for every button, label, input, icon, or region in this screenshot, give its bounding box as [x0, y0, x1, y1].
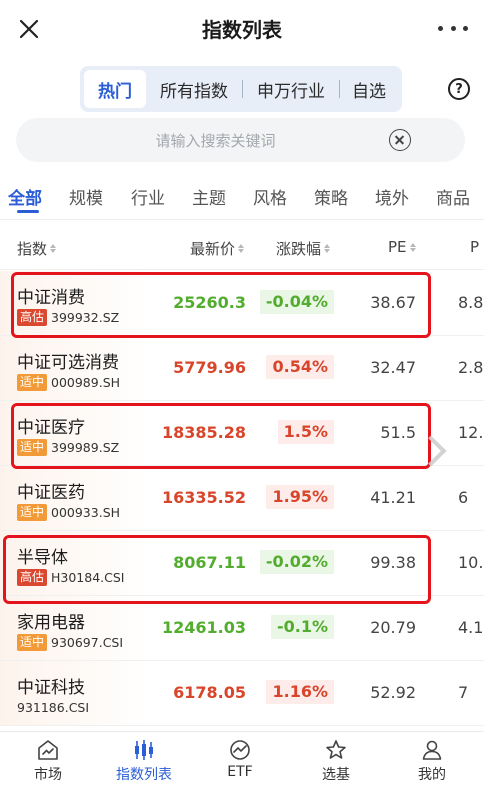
top-bar: 指数列表: [0, 0, 484, 56]
nav-etf[interactable]: ETF: [192, 732, 288, 785]
col-name-label: 指数: [17, 240, 48, 258]
tab-style[interactable]: 风格: [253, 184, 287, 209]
col-name[interactable]: 指数: [17, 238, 57, 259]
more-icon[interactable]: [438, 16, 468, 40]
pe-value: 41.21: [370, 488, 416, 507]
sort-icon: [50, 244, 57, 253]
change-pct: 1.95%: [266, 485, 334, 509]
filter-area: 热门 所有指数 申万行业 自选 ? 请输入搜索关键词: [0, 56, 484, 176]
star-icon: [326, 740, 346, 759]
search-input[interactable]: 请输入搜索关键词: [16, 118, 465, 162]
col-price-label: 最新价: [190, 240, 236, 258]
latest-price: 6178.05: [173, 683, 246, 702]
tab-overseas[interactable]: 境外: [375, 184, 409, 209]
segment-watchlist[interactable]: 自选: [340, 70, 398, 108]
nav-label: ETF: [227, 764, 253, 780]
valuation-tag: 适中: [17, 504, 48, 521]
sort-icon: [238, 244, 245, 253]
column-header: 指数 最新价 涨跌幅 PE P: [0, 226, 484, 270]
tab-all[interactable]: 全部: [8, 184, 42, 209]
index-name: 家用电器: [17, 613, 85, 633]
index-name: 中证科技: [17, 678, 85, 698]
index-code: 000989.SH: [51, 375, 121, 390]
tab-industry[interactable]: 行业: [131, 184, 165, 209]
pb-value: 10.4: [458, 553, 484, 572]
pb-value: 12.4: [458, 423, 484, 442]
change-pct: -0.1%: [270, 615, 334, 639]
table-row[interactable]: 中证可选消费 适中 000989.SH 5779.96 0.54% 32.47 …: [0, 336, 484, 401]
highlight-box: [11, 403, 431, 469]
nav-index-list[interactable]: 指数列表: [96, 732, 192, 785]
highlight-box: [3, 535, 431, 604]
index-code: 000933.SH: [51, 505, 121, 520]
help-icon[interactable]: ?: [448, 78, 470, 100]
pe-value: 32.47: [370, 358, 416, 377]
tab-strategy[interactable]: 策略: [314, 184, 348, 209]
search-placeholder: 请输入搜索关键词: [155, 132, 276, 150]
col-pe-label: PE: [388, 238, 407, 256]
segment-control: 热门 所有指数 申万行业 自选: [80, 66, 402, 112]
name-cell: 中证医药 适中 000933.SH: [0, 466, 150, 530]
valuation-tag: 适中: [17, 374, 48, 391]
table-row[interactable]: 中证医药 适中 000933.SH 16335.52 1.95% 41.21 6: [0, 466, 484, 531]
col-pb[interactable]: P: [470, 238, 479, 256]
nav-mine[interactable]: 我的: [384, 732, 480, 785]
pb-value: 4.1: [458, 618, 484, 637]
index-code: 930697.CSI: [51, 635, 124, 650]
change-pct: 1.16%: [266, 680, 334, 704]
candlestick-icon: [135, 740, 153, 760]
segment-hot[interactable]: 热门: [84, 70, 146, 108]
pe-value: 20.79: [370, 618, 416, 637]
name-cell: 家用电器 适中 930697.CSI: [0, 596, 150, 660]
page-title: 指数列表: [202, 18, 282, 42]
index-code: 931186.CSI: [17, 700, 90, 715]
clear-icon[interactable]: [389, 129, 411, 151]
latest-price: 5779.96: [173, 358, 246, 377]
pb-value: 6: [458, 488, 469, 507]
tab-theme[interactable]: 主题: [192, 184, 226, 209]
tab-scale[interactable]: 规模: [69, 184, 103, 209]
nav-fund-pick[interactable]: 选基: [288, 732, 384, 785]
bottom-nav: 市场 指数列表 ETF 选基 我的: [0, 731, 484, 785]
latest-price: 12461.03: [161, 618, 246, 637]
sort-icon: [324, 244, 331, 253]
col-pe[interactable]: PE: [388, 238, 416, 256]
name-cell: 中证可选消费 适中 000989.SH: [0, 336, 150, 400]
nav-label: 市场: [34, 767, 62, 783]
table-row[interactable]: 中证科技 931186.CSI 6178.05 1.16% 52.92 7: [0, 661, 484, 726]
segment-sw-industry[interactable]: 申万行业: [243, 70, 339, 108]
col-price[interactable]: 最新价: [190, 238, 245, 259]
pb-value: 2.8: [458, 358, 484, 377]
latest-price: 16335.52: [161, 488, 246, 507]
nav-label: 指数列表: [116, 767, 172, 783]
tab-commodity[interactable]: 商品: [436, 184, 470, 209]
name-cell: 中证科技 931186.CSI: [0, 661, 150, 725]
index-name: 中证医药: [17, 483, 85, 503]
change-pct: 0.54%: [266, 355, 334, 379]
col-change-label: 涨跌幅: [276, 240, 322, 258]
market-icon: [38, 740, 58, 760]
col-pb-label: P: [470, 238, 480, 256]
index-name: 中证可选消费: [17, 353, 119, 373]
highlight-box: [11, 272, 431, 338]
nav-label: 选基: [322, 767, 350, 783]
nav-label: 我的: [418, 767, 446, 783]
pe-value: 52.92: [370, 683, 416, 702]
valuation-tag: 适中: [17, 634, 48, 651]
col-change[interactable]: 涨跌幅: [276, 238, 331, 259]
category-tabs: 全部 规模 行业 主题 风格 策略 境外 商品: [0, 176, 484, 220]
chart-circle-icon: [230, 740, 250, 760]
sort-icon: [409, 242, 416, 252]
active-tab-indicator: [17, 210, 39, 213]
pb-value: 7: [458, 683, 469, 702]
segment-all-indexes[interactable]: 所有指数: [146, 70, 242, 108]
table-row[interactable]: 家用电器 适中 930697.CSI 12461.03 -0.1% 20.79 …: [0, 596, 484, 661]
index-list: 中证消费 高估 399932.SZ 25260.3 -0.04% 38.67 8…: [0, 271, 484, 731]
pb-value: 8.8: [458, 293, 484, 312]
user-icon: [422, 740, 442, 760]
nav-market[interactable]: 市场: [0, 732, 96, 785]
